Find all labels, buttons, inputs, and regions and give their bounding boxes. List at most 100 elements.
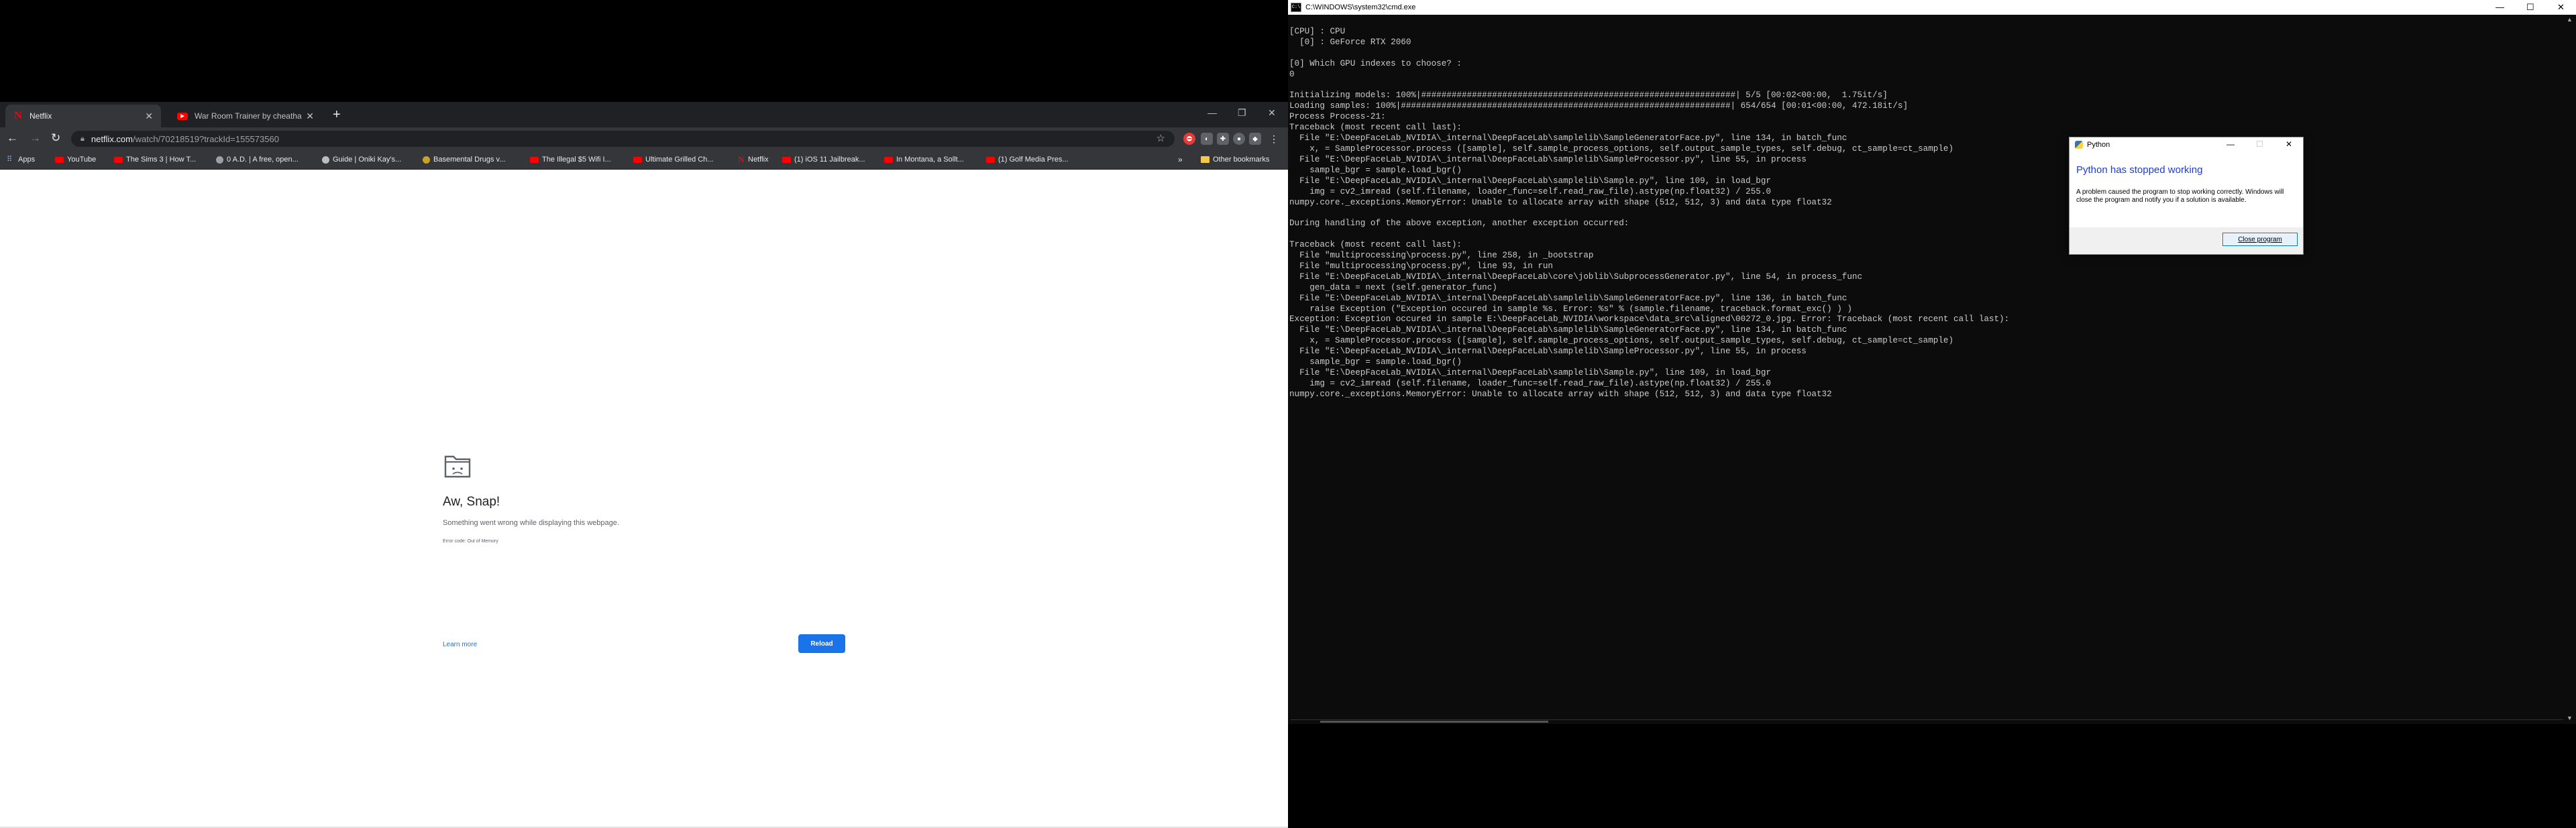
page-content: Aw, Snap! Something went wrong while dis… [0, 170, 1288, 828]
bookmark-netflix[interactable]: N Netflix [738, 154, 769, 165]
dialog-footer: Close program [2070, 227, 2303, 254]
chrome-window: N Netflix ✕ ▶ War Room Trainer by cheath… [0, 102, 1288, 828]
learn-more-link[interactable]: Learn more [443, 641, 477, 648]
reload-icon[interactable]: ↻ [51, 131, 60, 145]
netflix-icon: N [738, 154, 745, 164]
error-code: Error code: Out of Memory [443, 539, 498, 544]
error-message: Something went wrong while displaying th… [443, 519, 619, 527]
bookmark-apps[interactable]: ⠿ Apps [7, 154, 35, 165]
minimize-icon[interactable]: — [2496, 2, 2504, 12]
youtube-icon: ▶ [177, 112, 188, 120]
lock-icon: 🔒︎ [80, 134, 85, 143]
bookmark-label: Guide | Oniki Kay's... [333, 156, 402, 164]
youtube-icon [530, 156, 539, 163]
youtube-icon [782, 156, 791, 163]
folder-icon [1201, 156, 1210, 163]
close-program-label: Close program [2238, 235, 2282, 243]
browser-toolbar: ← → ↻ 🔒︎ netflix.com/watch/70218519?trac… [0, 127, 1288, 150]
scroll-down-icon[interactable]: ▼ [2567, 715, 2573, 721]
cmd-title: C:\WINDOWS\system32\cmd.exe [1305, 3, 1416, 11]
other-bookmarks-label: Other bookmarks [1213, 156, 1270, 164]
error-title: Aw, Snap! [443, 495, 500, 509]
youtube-icon [55, 156, 64, 163]
generic-site-icon [216, 156, 223, 164]
forward-icon[interactable]: → [30, 131, 41, 145]
generic-site-icon [322, 156, 329, 164]
back-icon[interactable]: ← [7, 131, 18, 145]
menu-kebab-icon[interactable]: ⋮ [1268, 133, 1280, 145]
bookmark-label: (1) Golf Media Pres... [998, 156, 1069, 164]
bookmark-golf-media[interactable]: (1) Golf Media Pres... [986, 154, 1069, 165]
apps-grid-icon: ⠿ [7, 156, 13, 164]
bookmark-label: The Illegal $5 Wifi I... [542, 156, 611, 164]
bookmark-star-icon[interactable]: ☆ [1157, 132, 1165, 144]
cmd-titlebar[interactable]: C:\ C:\WINDOWS\system32\cmd.exe — ☐ ✕ [1288, 0, 2576, 15]
restore-icon[interactable]: ❐ [1238, 107, 1246, 119]
error-panel: Aw, Snap! Something went wrong while dis… [443, 453, 845, 653]
bookmark-label: (1) iOS 11 Jailbreak... [794, 156, 865, 164]
profile-avatar[interactable]: ● [1233, 133, 1245, 145]
url-domain: netflix.com [91, 133, 133, 144]
close-icon[interactable]: ✕ [145, 111, 153, 122]
tab-label: Netflix [30, 111, 52, 121]
address-bar[interactable]: 🔒︎ netflix.com/watch/70218519?trackId=15… [71, 131, 1175, 147]
dialog-title: Python [2087, 141, 2110, 149]
bookmark-label: Basemental Drugs v... [433, 156, 506, 164]
minimize-icon[interactable]: — [1208, 107, 1217, 118]
close-icon[interactable]: ✕ [2557, 2, 2565, 13]
puzzle-extension-icon[interactable]: ✚ [1217, 133, 1229, 145]
scrollbar-thumb[interactable] [1320, 721, 1548, 723]
extension-icon-2[interactable]: ◆ [1249, 133, 1261, 145]
vertical-scrollbar[interactable]: ▲ ▼ [2564, 15, 2576, 724]
bookmark-label: Netflix [748, 156, 769, 164]
bookmarks-bar: ⠿ Apps YouTube The Sims 3 | How T... 0 A.… [0, 150, 1288, 170]
bookmark-illegal-wifi[interactable]: The Illegal $5 Wifi I... [530, 154, 611, 165]
youtube-icon [884, 156, 893, 163]
cmd-icon: C:\ [1291, 3, 1301, 12]
python-icon [2075, 141, 2083, 149]
scroll-up-icon[interactable]: ▲ [2567, 16, 2573, 23]
maximize-icon: ☐ [2256, 139, 2263, 149]
tab-war-room-trainer[interactable]: ▶ War Room Trainer by cheathapp ✕ [169, 105, 322, 127]
bookmark-oniki-guide[interactable]: Guide | Oniki Kay's... [322, 154, 401, 165]
bookmark-sims3[interactable]: The Sims 3 | How T... [114, 154, 196, 165]
extension-icon[interactable]: ◐ [1201, 133, 1213, 145]
bookmark-montana[interactable]: In Montana, a Sollt... [884, 154, 964, 165]
tab-netflix[interactable]: N Netflix ✕ [5, 105, 161, 127]
adblock-extension-icon[interactable]: ⛔︎ [1183, 133, 1195, 145]
close-window-icon[interactable]: ✕ [1268, 107, 1276, 119]
tab-label: War Room Trainer by cheathapp [195, 111, 303, 121]
close-program-button[interactable]: Close program [2222, 233, 2298, 246]
bookmark-ios-jailbreak[interactable]: (1) iOS 11 Jailbreak... [782, 154, 865, 165]
bookmark-youtube[interactable]: YouTube [55, 154, 96, 165]
netflix-icon: N [14, 110, 22, 121]
bookmark-label: 0 A.D. | A free, open... [227, 156, 299, 164]
cmd-window: C:\ C:\WINDOWS\system32\cmd.exe — ☐ ✕ [C… [1288, 0, 2576, 724]
youtube-icon [986, 156, 995, 163]
bookmark-label: The Sims 3 | How T... [126, 156, 197, 164]
generic-site-icon [423, 156, 430, 164]
url-path: /watch/70218519?trackId=155573560 [133, 133, 279, 144]
sad-tab-icon [444, 455, 471, 478]
bookmark-label: Apps [18, 156, 36, 164]
bookmarks-overflow-icon[interactable]: » [1178, 154, 1183, 165]
url-text[interactable]: netflix.com/watch/70218519?trackId=15557… [91, 134, 279, 144]
dialog-titlebar[interactable]: Python — ☐ ✕ [2070, 137, 2303, 152]
python-error-dialog: Python — ☐ ✕ Python has stopped working … [2069, 137, 2304, 255]
other-bookmarks[interactable]: Other bookmarks [1201, 154, 1269, 165]
bookmark-label: In Montana, a Sollt... [896, 156, 964, 164]
reload-button[interactable]: Reload [798, 634, 845, 653]
bookmark-basemental[interactable]: Basemental Drugs v... [423, 154, 505, 165]
bookmark-0ad[interactable]: 0 A.D. | A free, open... [216, 154, 299, 165]
youtube-icon [633, 156, 642, 163]
tab-strip: N Netflix ✕ ▶ War Room Trainer by cheath… [0, 102, 1288, 127]
maximize-icon[interactable]: ☐ [2526, 2, 2534, 13]
dialog-heading: Python has stopped working [2076, 164, 2203, 176]
new-tab-button[interactable]: + [333, 108, 341, 121]
horizontal-scrollbar[interactable] [1291, 719, 2563, 724]
close-icon[interactable]: ✕ [306, 111, 314, 122]
close-icon[interactable]: ✕ [2286, 139, 2292, 149]
minimize-icon[interactable]: — [2226, 139, 2235, 149]
youtube-icon [114, 156, 123, 163]
bookmark-grilled-cheese[interactable]: Ultimate Grilled Ch... [633, 154, 713, 165]
